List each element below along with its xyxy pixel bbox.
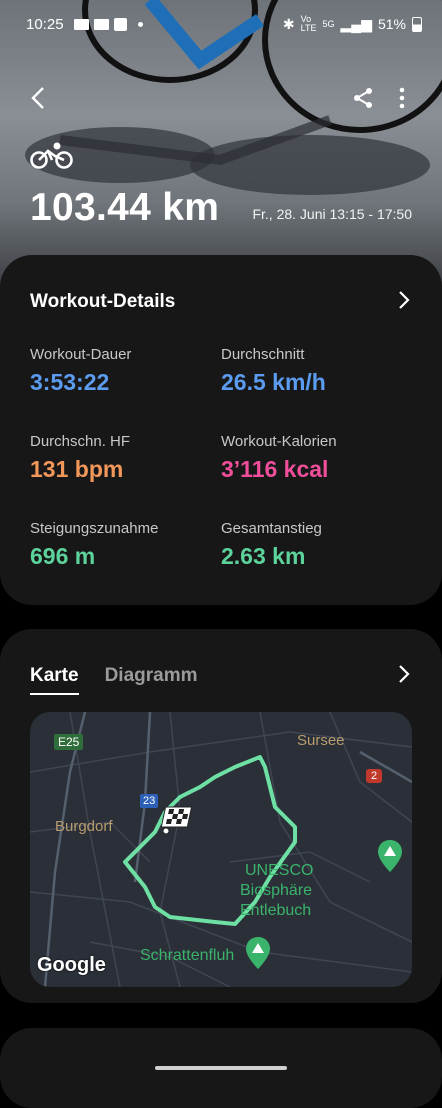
map-label-unesco-line1: UNESCO [245,862,314,879]
metric-label: Workout-Kalorien [221,433,337,450]
metric-average-speed: Durchschnitt 26.5 km/h [221,346,326,396]
map-label-burgdorf: Burgdorf [55,818,113,835]
map-label-sursee: Sursee [297,732,345,749]
metric-label: Workout-Dauer [30,346,132,363]
map-label-e25: E25 [54,734,84,750]
metric-elevation-gain: Steigungszunahme 696 m [30,520,158,570]
metric-label: Steigungszunahme [30,520,159,537]
workout-date-range: Fr., 28. Juni 13:15 - 17:50 [252,206,412,222]
home-indicator[interactable] [155,1066,287,1070]
metric-value: 696 m [30,543,96,569]
workout-details-card[interactable]: Workout-Details Workout-Dauer 3:53:22 Du… [0,255,442,605]
total-distance: 103.44 km [30,186,220,229]
hero-banner: 10:25 ✱ Vo LTE 5G ▂▄▆ 51% 103.44 km Fr.,… [0,0,442,290]
route-map[interactable]: E25 Sursee 2 23 Burgdorf UNESCO Biosphär… [30,712,412,987]
finish-flag-icon [162,806,193,835]
map-pin-icon [378,840,402,872]
volte-icon: Vo LTE [300,14,317,33]
more-options-button[interactable] [382,78,422,118]
chevron-left-icon [31,87,44,109]
status-time: 10:25 [26,15,64,33]
map-label-schrattenfluh: Schrattenfluh [140,947,235,964]
map-label-unesco-line3: Entlebuch [240,902,312,919]
chevron-right-icon[interactable] [394,290,414,310]
metric-value: 131 bpm [30,456,124,482]
battery-icon [412,16,422,32]
share-icon [354,88,372,108]
metric-value: 3:53:22 [30,369,110,395]
dot-icon [137,21,143,27]
share-button[interactable] [343,78,383,118]
chevron-right-icon[interactable] [394,664,414,684]
map-label-unesco-line2: Biosphäre [240,882,313,899]
metric-label: Durchschn. HF [30,433,131,450]
metric-duration: Workout-Dauer 3:53:22 [30,346,131,396]
bluetooth-icon: ✱ [282,15,295,32]
battery-text: 51% [377,16,406,32]
signal-icon: ▂▄▆ [340,15,372,32]
metric-value: 3’116 kcal [221,456,329,482]
map-pin-icon [246,937,270,969]
map-label-road-2: 2 [366,769,383,783]
more-vertical-icon [399,87,405,109]
metric-label: Gesamtanstieg [221,520,322,537]
tab-map[interactable]: Karte [30,665,79,695]
metric-value: 26.5 km/h [221,369,326,395]
map-roads [30,712,412,987]
metric-total-ascent: Gesamtanstieg 2.63 km [221,520,322,570]
cycling-icon [30,142,73,169]
mail-icon [93,18,109,30]
metric-calories: Workout-Kalorien 3’116 kcal [221,433,337,483]
status-bar: 10:25 ✱ Vo LTE 5G ▂▄▆ 51% [26,12,422,36]
workout-details-title: Workout-Details [30,291,176,312]
map-label-road-23: 23 [140,794,159,808]
checkbox-notification-icon [113,17,127,31]
metric-value: 2.63 km [221,543,306,569]
metric-average-heart-rate: Durchschn. HF 131 bpm [30,433,130,483]
tab-chart[interactable]: Diagramm [105,665,198,695]
5g-icon: 5G [322,18,335,29]
map-card: Karte Diagramm E25 Sursee 2 23 Burgdorf … [0,629,442,1003]
google-logo: Google [37,954,106,976]
back-button[interactable] [18,78,58,118]
mail-icon [73,18,89,30]
metric-label: Durchschnitt [221,346,305,363]
